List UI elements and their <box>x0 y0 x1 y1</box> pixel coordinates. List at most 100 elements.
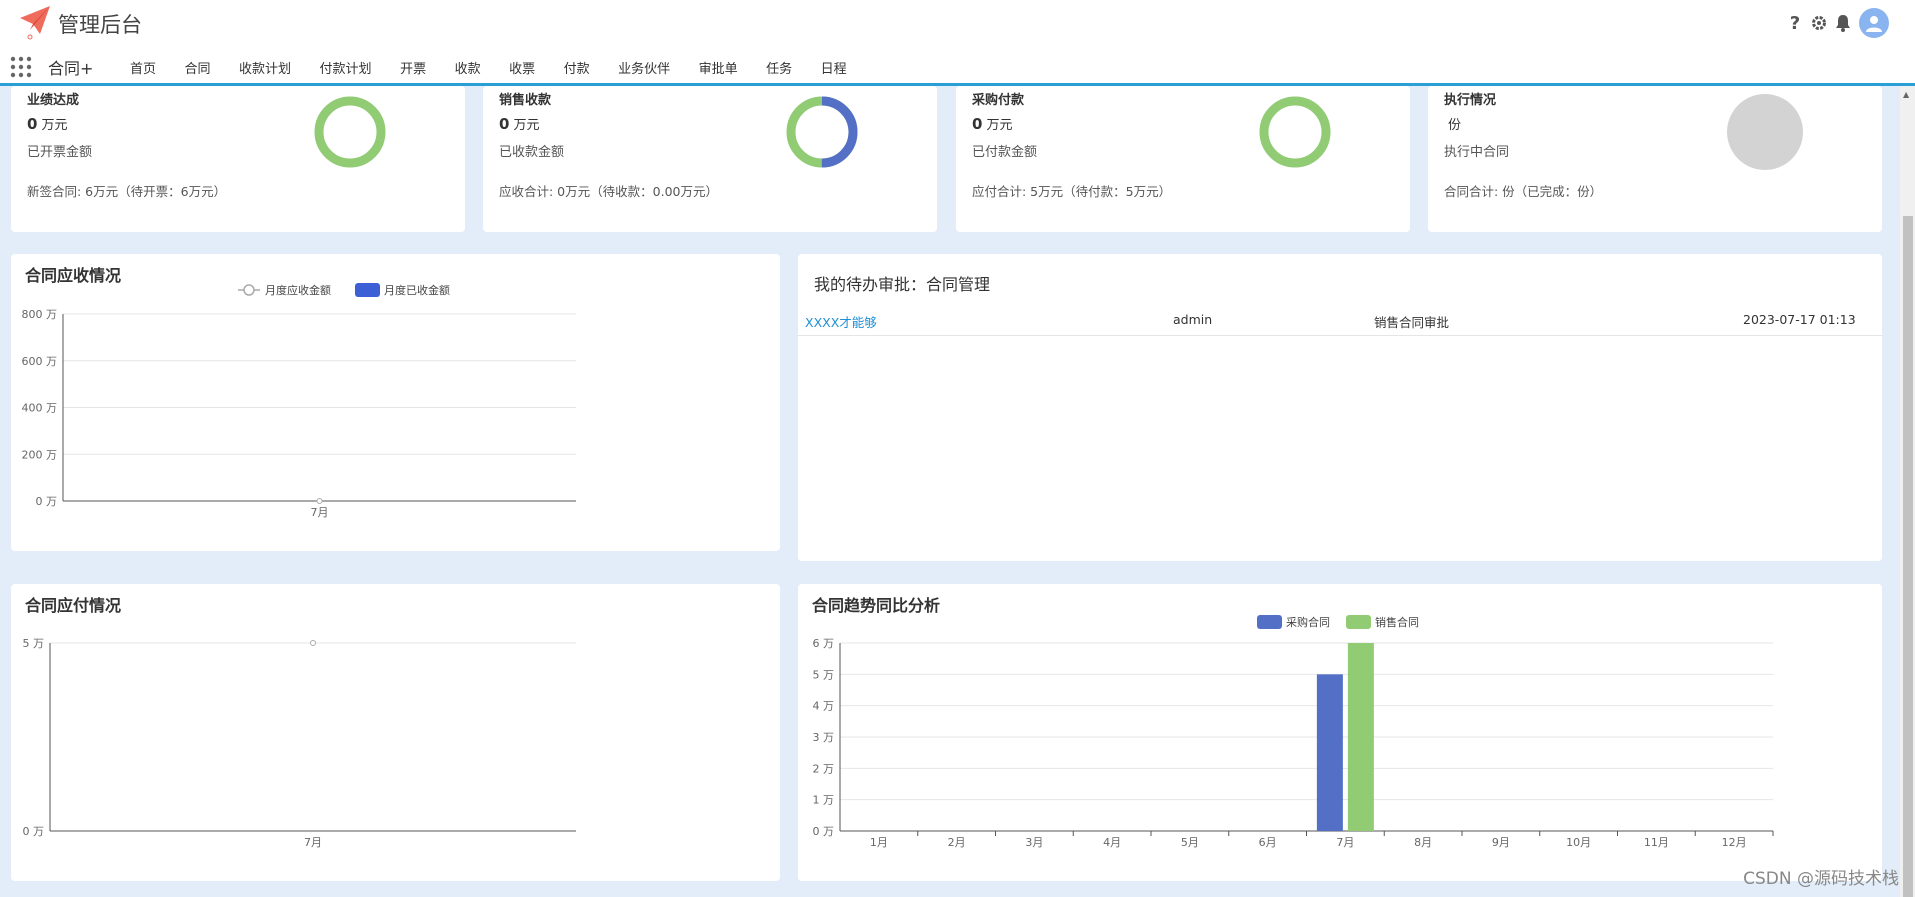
kpi-subtitle: 已开票金额 <box>27 145 93 160</box>
nav-item-contract[interactable]: 合同 <box>185 58 211 77</box>
legend-swatch <box>1346 615 1371 629</box>
kpi-donut-chart <box>314 96 386 168</box>
kpi-value: 0 万元 <box>27 114 67 133</box>
y-tick-label: 3 万 <box>813 731 835 744</box>
scrollbar-thumb[interactable] <box>1903 216 1913 897</box>
module-title[interactable]: 合同+ <box>48 55 93 79</box>
nav-item-invoices-received[interactable]: 收票 <box>509 58 535 77</box>
trend-panel: 合同趋势同比分析 0 万1 万2 万3 万4 万5 万6 万 1月 2月 3月 4月 5月… <box>798 584 1882 881</box>
line-point <box>316 498 323 504</box>
y-tick-label: 5 万 <box>813 668 835 681</box>
main-nav: 首页 合同 收款计划 付款计划 开票 收款 收票 付款 业务伙伴 审批单 任务 … <box>130 58 875 77</box>
nav-item-tasks[interactable]: 任务 <box>766 58 792 77</box>
y-tick-label: 800 万 <box>22 308 58 321</box>
x-tick-label: 7月 <box>311 506 329 519</box>
bar <box>1316 674 1343 831</box>
line-point <box>310 640 316 646</box>
paper-plane-logo-icon <box>20 6 50 40</box>
scroll-up-arrow-icon[interactable]: ▲ <box>1903 90 1909 99</box>
kpi-footer: 应收合计: 0万元（待收款：0.00万元） <box>499 184 718 199</box>
donut-disc <box>1727 94 1803 170</box>
kpi-unit: 万元 <box>41 118 68 133</box>
legend-label: 月度已收金额 <box>384 283 450 297</box>
bar <box>1347 643 1374 831</box>
kpi-title: 业绩达成 <box>27 93 80 108</box>
kpi-subtitle: 已收款金额 <box>499 145 565 160</box>
kpi-card-execution: 执行情况 份 执行中合同 合同合计: 份（已完成：份） <box>1428 86 1882 232</box>
y-tick-label: 0 万 <box>36 495 58 508</box>
gear-icon[interactable] <box>1809 12 1829 34</box>
kpi-footer: 合同合计: 份（已完成：份） <box>1444 184 1603 199</box>
nav-item-receipt-plan[interactable]: 收款计划 <box>239 58 291 77</box>
kpi-amount: 0 <box>27 115 38 133</box>
trend-chart: 0 万 1 万 2 万 3 万 4 万 5 万 6 万 1月 2月 3月 4月 5月 6月 7月 8月 9月 1… <box>813 615 1774 849</box>
x-tick-label: 2月 <box>948 836 966 849</box>
user-icon <box>1866 16 1882 32</box>
x-tick-label: 1月 <box>870 836 888 849</box>
y-tick-label: 600 万 <box>22 355 58 368</box>
approval-time: 2023-07-17 01:13 <box>1743 312 1856 327</box>
kpi-footer: 新签合同: 6万元（待开票：6万元） <box>27 184 227 199</box>
approval-row[interactable]: XXXX才能够 admin 销售合同审批 2023-07-17 01:13 <box>798 304 1882 336</box>
legend-label: 销售合同 <box>1375 615 1419 629</box>
legend-bar-swatch <box>355 283 380 297</box>
legend-swatch <box>1257 615 1282 629</box>
kpi-amount: 0 <box>972 115 983 133</box>
nav-item-payments[interactable]: 付款 <box>564 58 590 77</box>
x-tick-label: 8月 <box>1414 836 1432 849</box>
kpi-value: 份 <box>1444 114 1461 133</box>
nav-item-invoicing[interactable]: 开票 <box>400 58 426 77</box>
watermark: CSDN @源码技术栈 <box>1743 869 1899 889</box>
y-tick-label: 0 万 <box>813 825 835 838</box>
kpi-title: 采购付款 <box>972 93 1025 108</box>
approval-contract-link[interactable]: XXXX才能够 <box>805 312 877 331</box>
kpi-value: 0 万元 <box>499 114 539 133</box>
x-tick-label: 7月 <box>304 836 322 849</box>
x-tick-label: 5月 <box>1181 836 1199 849</box>
nav-item-home[interactable]: 首页 <box>130 58 156 77</box>
donut-ring <box>314 96 386 168</box>
kpi-unit: 万元 <box>986 118 1013 133</box>
app-grid-icon[interactable] <box>10 56 32 78</box>
y-tick-label: 400 万 <box>22 402 58 415</box>
nav-item-payment-plan[interactable]: 付款计划 <box>320 58 372 77</box>
user-avatar[interactable] <box>1859 8 1889 38</box>
kpi-card-sales-receipts: 销售收款 0 万元 已收款金额 应收合计: 0万元（待收款：0.00万元） <box>483 86 937 232</box>
y-tick-label: 1 万 <box>813 794 835 807</box>
y-tick-label: 200 万 <box>22 448 58 461</box>
nav-item-partners[interactable]: 业务伙伴 <box>618 58 670 77</box>
y-tick-label: 6 万 <box>813 637 835 650</box>
x-tick-label: 11月 <box>1644 836 1669 849</box>
kpi-donut-chart <box>786 96 858 168</box>
x-tick-label: 7月 <box>1336 836 1354 849</box>
receivable-chart: 0 万 200 万 400 万 600 万 800 万 7月 月度应收金额 月度已收金额 <box>22 283 576 519</box>
approval-panel: 我的待办审批：合同管理 XXXX才能够 admin 销售合同审批 2023-07… <box>798 254 1882 561</box>
kpi-title: 销售收款 <box>499 93 552 108</box>
x-tick-label: 6月 <box>1259 836 1277 849</box>
kpi-card-purchase-payments: 采购付款 0 万元 已付款金额 应付合计: 5万元（待付款：5万元） <box>956 86 1410 232</box>
legend-label: 采购合同 <box>1286 615 1330 629</box>
kpi-footer: 应付合计: 5万元（待付款：5万元） <box>972 184 1172 199</box>
kpi-amount: 0 <box>499 115 510 133</box>
receivable-panel: 合同应收情况 0 万 200 万 400 万 600 万 800 万 7月 月度应收金额 月度… <box>11 254 780 551</box>
kpi-subtitle: 已付款金额 <box>972 145 1038 160</box>
page-scrollbar[interactable]: ▲ <box>1900 86 1915 897</box>
y-tick-label: 4 万 <box>813 700 835 713</box>
kpi-value: 0 万元 <box>972 114 1012 133</box>
kpi-unit: 份 <box>1448 118 1462 133</box>
help-icon[interactable]: ? <box>1785 12 1805 34</box>
nav-item-schedule[interactable]: 日程 <box>821 58 847 77</box>
kpi-donut-chart <box>1259 96 1331 168</box>
y-tick-label: 0 万 <box>23 825 45 838</box>
x-tick-label: 10月 <box>1566 836 1591 849</box>
header-actions: ? <box>1785 8 1889 38</box>
kpi-card-performance: 业绩达成 0 万元 已开票金额 新签合同: 6万元（待开票：6万元） <box>11 86 465 232</box>
x-tick-label: 9月 <box>1492 836 1510 849</box>
kpi-unit: 万元 <box>513 118 540 133</box>
nav-item-receipts[interactable]: 收款 <box>455 58 481 77</box>
approval-type: 销售合同审批 <box>1374 315 1450 330</box>
kpi-donut-chart <box>1727 94 1803 170</box>
app-title: 管理后台 <box>58 13 142 37</box>
bell-icon[interactable] <box>1833 12 1853 34</box>
nav-item-approvals[interactable]: 审批单 <box>699 58 738 77</box>
